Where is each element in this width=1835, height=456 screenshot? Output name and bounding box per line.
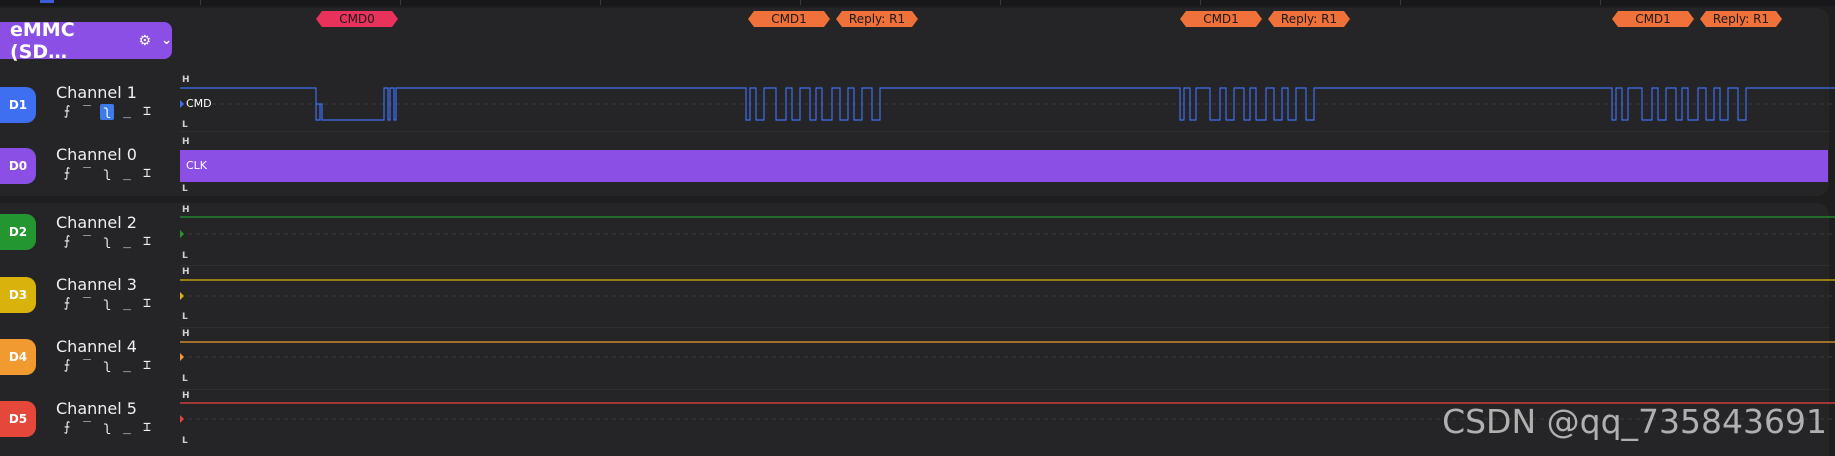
high-level-icon[interactable]: ‾ [80, 234, 94, 250]
channel-name[interactable]: Channel 1 [56, 83, 137, 102]
any-edge-icon[interactable]: ⌶ [140, 358, 154, 374]
falling-edge-icon[interactable]: ʅ [100, 234, 114, 250]
high-level-icon[interactable]: ‾ [80, 104, 94, 120]
annotation-label: Reply: R1 [1712, 12, 1770, 26]
falling-edge-icon[interactable]: ʅ [100, 104, 114, 120]
any-edge-icon[interactable]: ⌶ [140, 420, 154, 436]
channel-row-2[interactable]: D2 Channel 2 ⨍ ‾ ʅ _ ⌶ H L [0, 203, 1835, 266]
timeline-cursor-marker[interactable] [40, 0, 54, 3]
low-level-icon[interactable]: _ [120, 296, 134, 312]
low-level-icon[interactable]: _ [120, 358, 134, 374]
channel-name[interactable]: Channel 0 [56, 145, 137, 164]
rising-edge-icon[interactable]: ⨍ [60, 166, 74, 182]
channel-name[interactable]: Channel 3 [56, 275, 137, 294]
analyzer-label: eMMC (SD… [10, 18, 75, 63]
clk-waveform[interactable] [180, 150, 1828, 182]
channel-4-waveform[interactable] [180, 328, 1835, 390]
high-label: H [182, 137, 190, 147]
annotation-cmd1[interactable]: CMD1 [748, 11, 830, 27]
channel-row-4[interactable]: D4 Channel 4 ⨍ ‾ ʅ _ ⌶ H L [0, 328, 1835, 390]
channel-badge[interactable]: D5 [0, 401, 36, 437]
annotation-label: CMD1 [1203, 12, 1239, 26]
channel-name[interactable]: Channel 2 [56, 213, 137, 232]
high-level-icon[interactable]: ‾ [80, 358, 94, 374]
trigger-options: ⨍ ‾ ʅ _ ⌶ [60, 296, 154, 312]
annotation-label: CMD1 [1635, 12, 1671, 26]
annotation-cmd0[interactable]: CMD0 [316, 11, 398, 27]
channel-2-waveform[interactable] [180, 203, 1835, 266]
falling-edge-icon[interactable]: ʅ [100, 166, 114, 182]
channel-badge[interactable]: D3 [0, 277, 36, 313]
high-level-icon[interactable]: ‾ [80, 296, 94, 312]
annotation-reply[interactable]: Reply: R1 [1700, 11, 1782, 27]
rising-edge-icon[interactable]: ⨍ [60, 104, 74, 120]
cmd-waveform[interactable] [180, 70, 1835, 132]
low-level-icon[interactable]: _ [120, 166, 134, 182]
rising-edge-icon[interactable]: ⨍ [60, 420, 74, 436]
any-edge-icon[interactable]: ⌶ [140, 296, 154, 312]
falling-edge-icon[interactable]: ʅ [100, 420, 114, 436]
any-edge-icon[interactable]: ⌶ [140, 234, 154, 250]
watermark-text: CSDN @qq_735843691 [1442, 402, 1827, 441]
low-label: L [182, 184, 188, 194]
annotation-label: Reply: R1 [848, 12, 906, 26]
low-level-icon[interactable]: _ [120, 104, 134, 120]
channel-row-3[interactable]: D3 Channel 3 ⨍ ‾ ʅ _ ⌶ H L [0, 266, 1835, 328]
rising-edge-icon[interactable]: ⨍ [60, 234, 74, 250]
annotation-cmd1[interactable]: CMD1 [1180, 11, 1262, 27]
channel-badge[interactable]: D1 [0, 87, 36, 123]
annotation-label: CMD1 [771, 12, 807, 26]
high-level-icon[interactable]: ‾ [80, 166, 94, 182]
annotation-label: Reply: R1 [1280, 12, 1338, 26]
falling-edge-icon[interactable]: ʅ [100, 296, 114, 312]
low-level-icon[interactable]: _ [120, 234, 134, 250]
channel-name[interactable]: Channel 4 [56, 337, 137, 356]
channel-row-1[interactable]: D1 Channel 1 ⨍ ‾ ʅ _ ⌶ H L CMD [0, 70, 1835, 132]
trigger-options: ⨍ ‾ ʅ _ ⌶ [60, 104, 154, 120]
any-edge-icon[interactable]: ⌶ [140, 104, 154, 120]
trigger-options: ⨍ ‾ ʅ _ ⌶ [60, 166, 154, 182]
high-level-icon[interactable]: ‾ [80, 420, 94, 436]
falling-edge-icon[interactable]: ʅ [100, 358, 114, 374]
channel-badge[interactable]: D0 [0, 148, 36, 184]
signal-label: CMD [186, 97, 212, 110]
analyzer-button[interactable]: eMMC (SD… ⚙ ⌄ [0, 19, 172, 63]
channel-badge[interactable]: D2 [0, 214, 36, 250]
trigger-options: ⨍ ‾ ʅ _ ⌶ [60, 234, 154, 250]
chevron-down-icon[interactable]: ⌄ [161, 33, 172, 48]
signal-label: CLK [186, 159, 208, 172]
low-level-icon[interactable]: _ [120, 420, 134, 436]
annotation-reply[interactable]: Reply: R1 [836, 11, 918, 27]
annotation-reply[interactable]: Reply: R1 [1268, 11, 1350, 27]
rising-edge-icon[interactable]: ⨍ [60, 358, 74, 374]
channel-row-0[interactable]: D0 Channel 0 ⨍ ‾ ʅ _ ⌶ H L CLK [0, 132, 1835, 196]
any-edge-icon[interactable]: ⌶ [140, 166, 154, 182]
annotation-cmd1[interactable]: CMD1 [1612, 11, 1694, 27]
channel-3-waveform[interactable] [180, 266, 1835, 328]
trigger-options: ⨍ ‾ ʅ _ ⌶ [60, 420, 154, 436]
trigger-options: ⨍ ‾ ʅ _ ⌶ [60, 358, 154, 374]
timeline-ruler[interactable] [0, 0, 1835, 6]
channel-name[interactable]: Channel 5 [56, 399, 137, 418]
channel-badge[interactable]: D4 [0, 339, 36, 375]
gear-icon[interactable]: ⚙ [139, 33, 152, 49]
annotation-label: CMD0 [339, 12, 375, 26]
rising-edge-icon[interactable]: ⨍ [60, 296, 74, 312]
